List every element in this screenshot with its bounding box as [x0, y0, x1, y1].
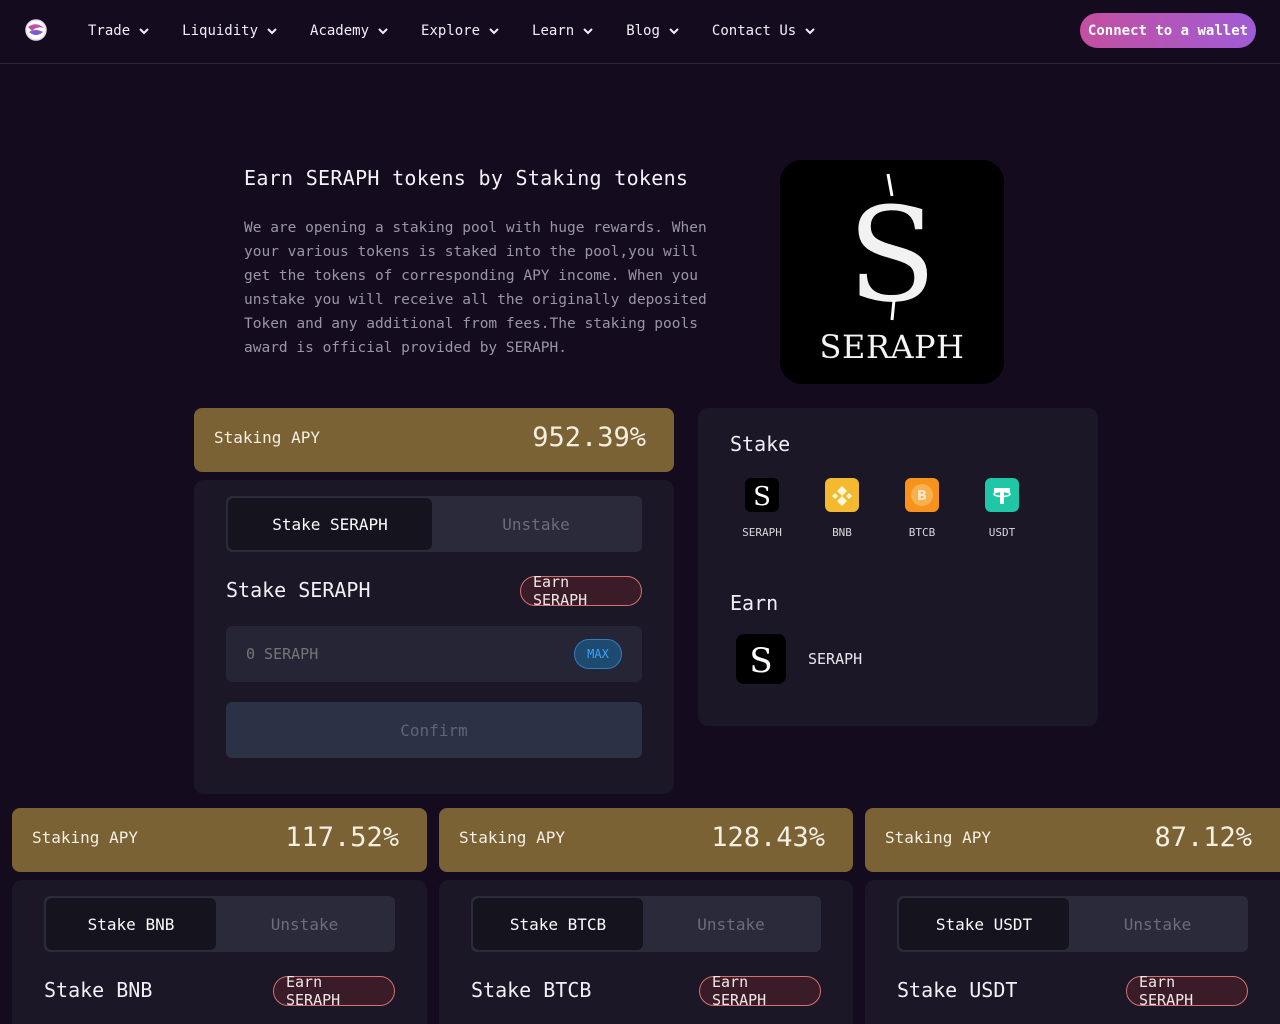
menu-contact-us[interactable]: Contact Us	[712, 23, 816, 39]
seraph-logo: S SERAPH	[780, 160, 1004, 384]
tab-stake[interactable]: Stake SERAPH	[228, 498, 432, 550]
chevron-down-icon	[488, 25, 500, 37]
chevron-down-icon	[377, 25, 389, 37]
apy-value: 952.39%	[532, 422, 646, 453]
menu-learn-label: Learn	[532, 23, 575, 39]
stake-card-usdt: Stake USDT Unstake Stake USDT Earn SERAP…	[865, 880, 1280, 1024]
chevron-down-icon	[266, 25, 278, 37]
max-button[interactable]: MAX	[574, 639, 622, 669]
tab-stake[interactable]: Stake BNB	[46, 898, 216, 950]
menu-explore-label: Explore	[421, 23, 481, 39]
confirm-button[interactable]: Confirm	[226, 702, 642, 758]
menu-contact-us-label: Contact Us	[711, 23, 797, 39]
earn-badge: Earn SERAPH	[273, 973, 395, 1009]
tab-stake[interactable]: Stake BTCB	[473, 898, 643, 950]
token-usdt[interactable]: USDT	[970, 478, 1034, 539]
tab-unstake[interactable]: Unstake	[643, 898, 819, 950]
top-nav: Trade Liquidity Academy Explore Learn Bl…	[0, 0, 1280, 64]
stake-tabs: Stake BNB Unstake	[44, 896, 395, 952]
token-bnb[interactable]: BNB	[810, 478, 874, 539]
staking-apy-bar-usdt: Staking APY 87.12%	[865, 808, 1280, 872]
staking-apy-bar-btcb: Staking APY 128.43%	[439, 808, 853, 872]
tab-unstake[interactable]: Unstake	[1069, 898, 1246, 950]
svg-text:S: S	[749, 641, 772, 679]
earn-token-row: S SERAPH	[736, 634, 862, 684]
stake-heading: Stake	[730, 432, 791, 456]
tab-stake[interactable]: Stake USDT	[899, 898, 1069, 950]
earn-badge: Earn SERAPH	[1126, 973, 1248, 1009]
menu-academy[interactable]: Academy	[310, 23, 389, 39]
token-name: USDT	[988, 526, 1016, 539]
apy-label: Staking APY	[459, 828, 565, 847]
menu-blog-label: Blog	[626, 23, 660, 39]
apy-label: Staking APY	[885, 828, 991, 847]
menu-liquidity-label: Liquidity	[182, 23, 259, 39]
menu-liquidity[interactable]: Liquidity	[182, 23, 278, 39]
app-logo-icon[interactable]	[24, 18, 48, 42]
seraph-token-icon: S	[736, 634, 786, 684]
earn-badge: Earn SERAPH	[699, 973, 821, 1009]
page-title: Earn SERAPH tokens by Staking tokens	[244, 166, 689, 190]
stake-title: Stake USDT	[897, 978, 1018, 1002]
svg-text:B: B	[917, 489, 927, 504]
menu-learn[interactable]: Learn	[532, 23, 594, 39]
staking-apy-bar-bnb: Staking APY 117.52%	[12, 808, 427, 872]
amount-input[interactable]	[244, 626, 544, 682]
earn-heading: Earn	[730, 591, 779, 615]
staking-apy-bar: Staking APY 952.39%	[194, 408, 674, 472]
menu-trade[interactable]: Trade	[88, 23, 150, 39]
token-name: BNB	[832, 526, 852, 539]
chevron-down-icon	[138, 25, 150, 37]
connect-wallet-button[interactable]: Connect to a wallet	[1080, 13, 1256, 48]
menu-explore[interactable]: Explore	[421, 23, 500, 39]
stake-title: Stake SERAPH	[226, 578, 371, 602]
chevron-down-icon	[582, 25, 594, 37]
tab-unstake[interactable]: Unstake	[432, 498, 640, 550]
chevron-down-icon	[804, 25, 816, 37]
menu-trade-label: Trade	[88, 23, 131, 39]
svg-text:S: S	[753, 482, 771, 512]
apy-value: 117.52%	[285, 822, 399, 853]
token-name: SERAPH	[742, 526, 782, 539]
logo-wordmark: SERAPH	[819, 328, 965, 366]
apy-value: 87.12%	[1154, 822, 1252, 853]
amount-field: MAX	[226, 626, 642, 682]
apy-value: 128.43%	[711, 822, 825, 853]
stake-card: Stake SERAPH Unstake Stake SERAPH Earn S…	[194, 480, 674, 794]
apy-label: Staking APY	[214, 428, 320, 447]
btcb-token-icon: B	[905, 478, 939, 512]
seraph-token-icon: S	[745, 478, 779, 512]
page-description: We are opening a staking pool with huge …	[244, 220, 707, 356]
earn-badge: Earn SERAPH	[520, 573, 642, 609]
stake-tabs: Stake BTCB Unstake	[471, 896, 821, 952]
token-name: BTCB	[908, 526, 936, 539]
stake-title: Stake BTCB	[471, 978, 592, 1002]
tab-unstake[interactable]: Unstake	[216, 898, 393, 950]
earn-token-name: SERAPH	[808, 650, 863, 668]
usdt-token-icon	[985, 478, 1019, 512]
token-seraph[interactable]: S SERAPH	[730, 478, 794, 539]
bnb-token-icon	[825, 478, 859, 512]
menu-blog[interactable]: Blog	[626, 23, 680, 39]
main-menu: Trade Liquidity Academy Explore Learn Bl…	[88, 0, 848, 62]
stake-card-bnb: Stake BNB Unstake Stake BNB Earn SERAPH	[12, 880, 427, 1024]
stake-tabs: Stake SERAPH Unstake	[226, 496, 642, 552]
stake-tabs: Stake USDT Unstake	[897, 896, 1248, 952]
token-btcb[interactable]: B BTCB	[890, 478, 954, 539]
chevron-down-icon	[668, 25, 680, 37]
stake-card-btcb: Stake BTCB Unstake Stake BTCB Earn SERAP…	[439, 880, 853, 1024]
stake-title: Stake BNB	[44, 978, 153, 1002]
apy-label: Staking APY	[32, 828, 138, 847]
menu-academy-label: Academy	[310, 23, 370, 39]
token-panel: Stake S SERAPH BNB B BTCB USDT Earn S SE…	[698, 408, 1098, 726]
